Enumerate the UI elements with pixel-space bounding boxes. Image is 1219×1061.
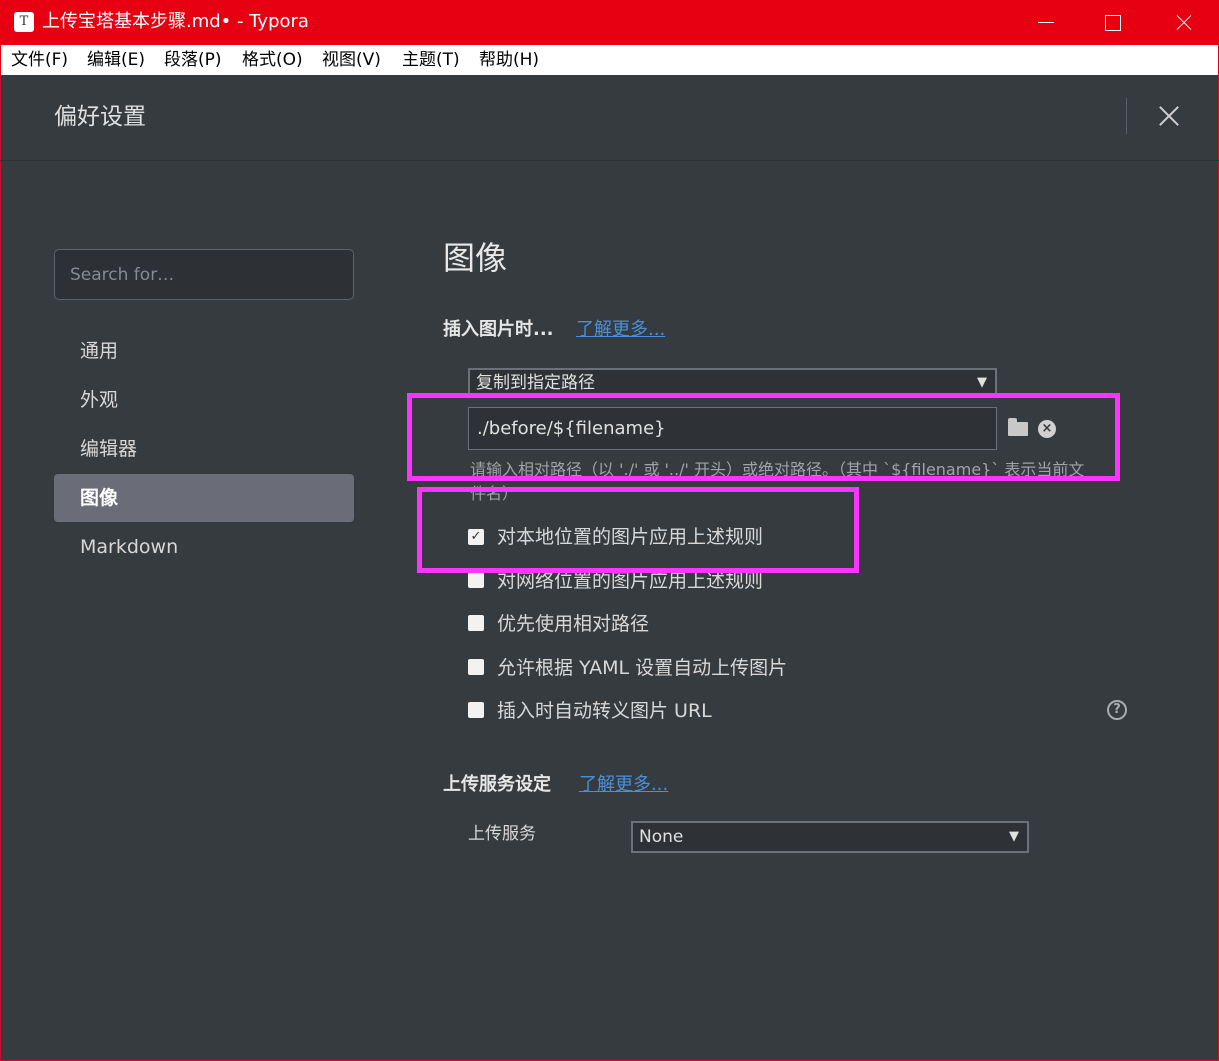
- close-window-button[interactable]: [1148, 0, 1218, 45]
- minimize-button[interactable]: [1010, 0, 1080, 45]
- close-preferences-icon[interactable]: [1152, 100, 1184, 132]
- header-divider: [0, 160, 1219, 161]
- sidebar-item-general[interactable]: 通用: [54, 327, 354, 375]
- sidebar-item-image[interactable]: 图像: [54, 474, 354, 522]
- yaml-upload-checkbox[interactable]: [468, 659, 484, 675]
- sidebar-item-markdown[interactable]: Markdown: [54, 523, 354, 571]
- apply-network-checkbox[interactable]: [468, 572, 484, 588]
- yaml-upload-label: 允许根据 YAML 设置自动上传图片: [497, 657, 788, 679]
- menu-help[interactable]: 帮助(H): [479, 50, 539, 70]
- apply-local-checkbox[interactable]: ✓: [468, 529, 484, 545]
- upload-learn-more-link[interactable]: 了解更多...: [579, 773, 668, 797]
- upload-service-value: None: [639, 827, 684, 847]
- maximize-button[interactable]: [1078, 0, 1148, 45]
- menu-theme[interactable]: 主题(T): [402, 50, 460, 70]
- sidebar-item-appearance[interactable]: 外观: [54, 376, 354, 424]
- preferences-title: 偏好设置: [54, 104, 146, 130]
- search-input[interactable]: [54, 249, 354, 300]
- insert-action-value: 复制到指定路径: [476, 373, 595, 393]
- sidebar-item-editor[interactable]: 编辑器: [54, 425, 354, 473]
- header-separator: [1126, 98, 1127, 134]
- insert-image-heading: 插入图片时...: [443, 319, 554, 340]
- window-title: 上传宝塔基本步骤.md• - Typora: [42, 11, 309, 32]
- apply-local-label: 对本地位置的图片应用上述规则: [497, 526, 764, 548]
- typora-app-icon: T: [14, 12, 34, 32]
- learn-more-link[interactable]: 了解更多...: [576, 318, 665, 342]
- path-hint: 请输入相对路径（以 './' 或 '../' 开头）或绝对路径。（其中 `${f…: [470, 460, 1085, 503]
- chevron-down-icon: ▼: [977, 375, 987, 390]
- folder-icon[interactable]: [1008, 418, 1028, 436]
- escape-url-checkbox[interactable]: [468, 702, 484, 718]
- menu-file[interactable]: 文件(F): [11, 50, 68, 70]
- section-title: 图像: [443, 239, 508, 277]
- insert-action-select[interactable]: 复制到指定路径 ▼: [468, 368, 997, 398]
- menu-edit[interactable]: 编辑(E): [87, 50, 145, 70]
- menu-bar: 文件(F) 编辑(E) 段落(P) 格式(O) 视图(V) 主题(T) 帮助(H…: [0, 45, 1219, 75]
- upload-service-label: 上传服务: [468, 824, 536, 844]
- menu-format[interactable]: 格式(O): [242, 50, 303, 70]
- help-icon[interactable]: ?: [1107, 700, 1127, 720]
- title-bar: T 上传宝塔基本步骤.md• - Typora: [0, 0, 1219, 45]
- escape-url-label: 插入时自动转义图片 URL: [497, 700, 712, 722]
- apply-network-label: 对网络位置的图片应用上述规则: [497, 570, 764, 592]
- upload-service-select[interactable]: None ▼: [631, 821, 1029, 853]
- menu-paragraph[interactable]: 段落(P): [164, 50, 222, 70]
- image-path-input[interactable]: [468, 407, 997, 450]
- prefer-relative-label: 优先使用相对路径: [497, 613, 650, 635]
- chevron-down-icon: ▼: [1009, 829, 1019, 844]
- clear-icon[interactable]: ×: [1038, 420, 1056, 438]
- upload-service-heading: 上传服务设定: [443, 774, 551, 795]
- prefer-relative-checkbox[interactable]: [468, 615, 484, 631]
- menu-view[interactable]: 视图(V): [322, 50, 381, 70]
